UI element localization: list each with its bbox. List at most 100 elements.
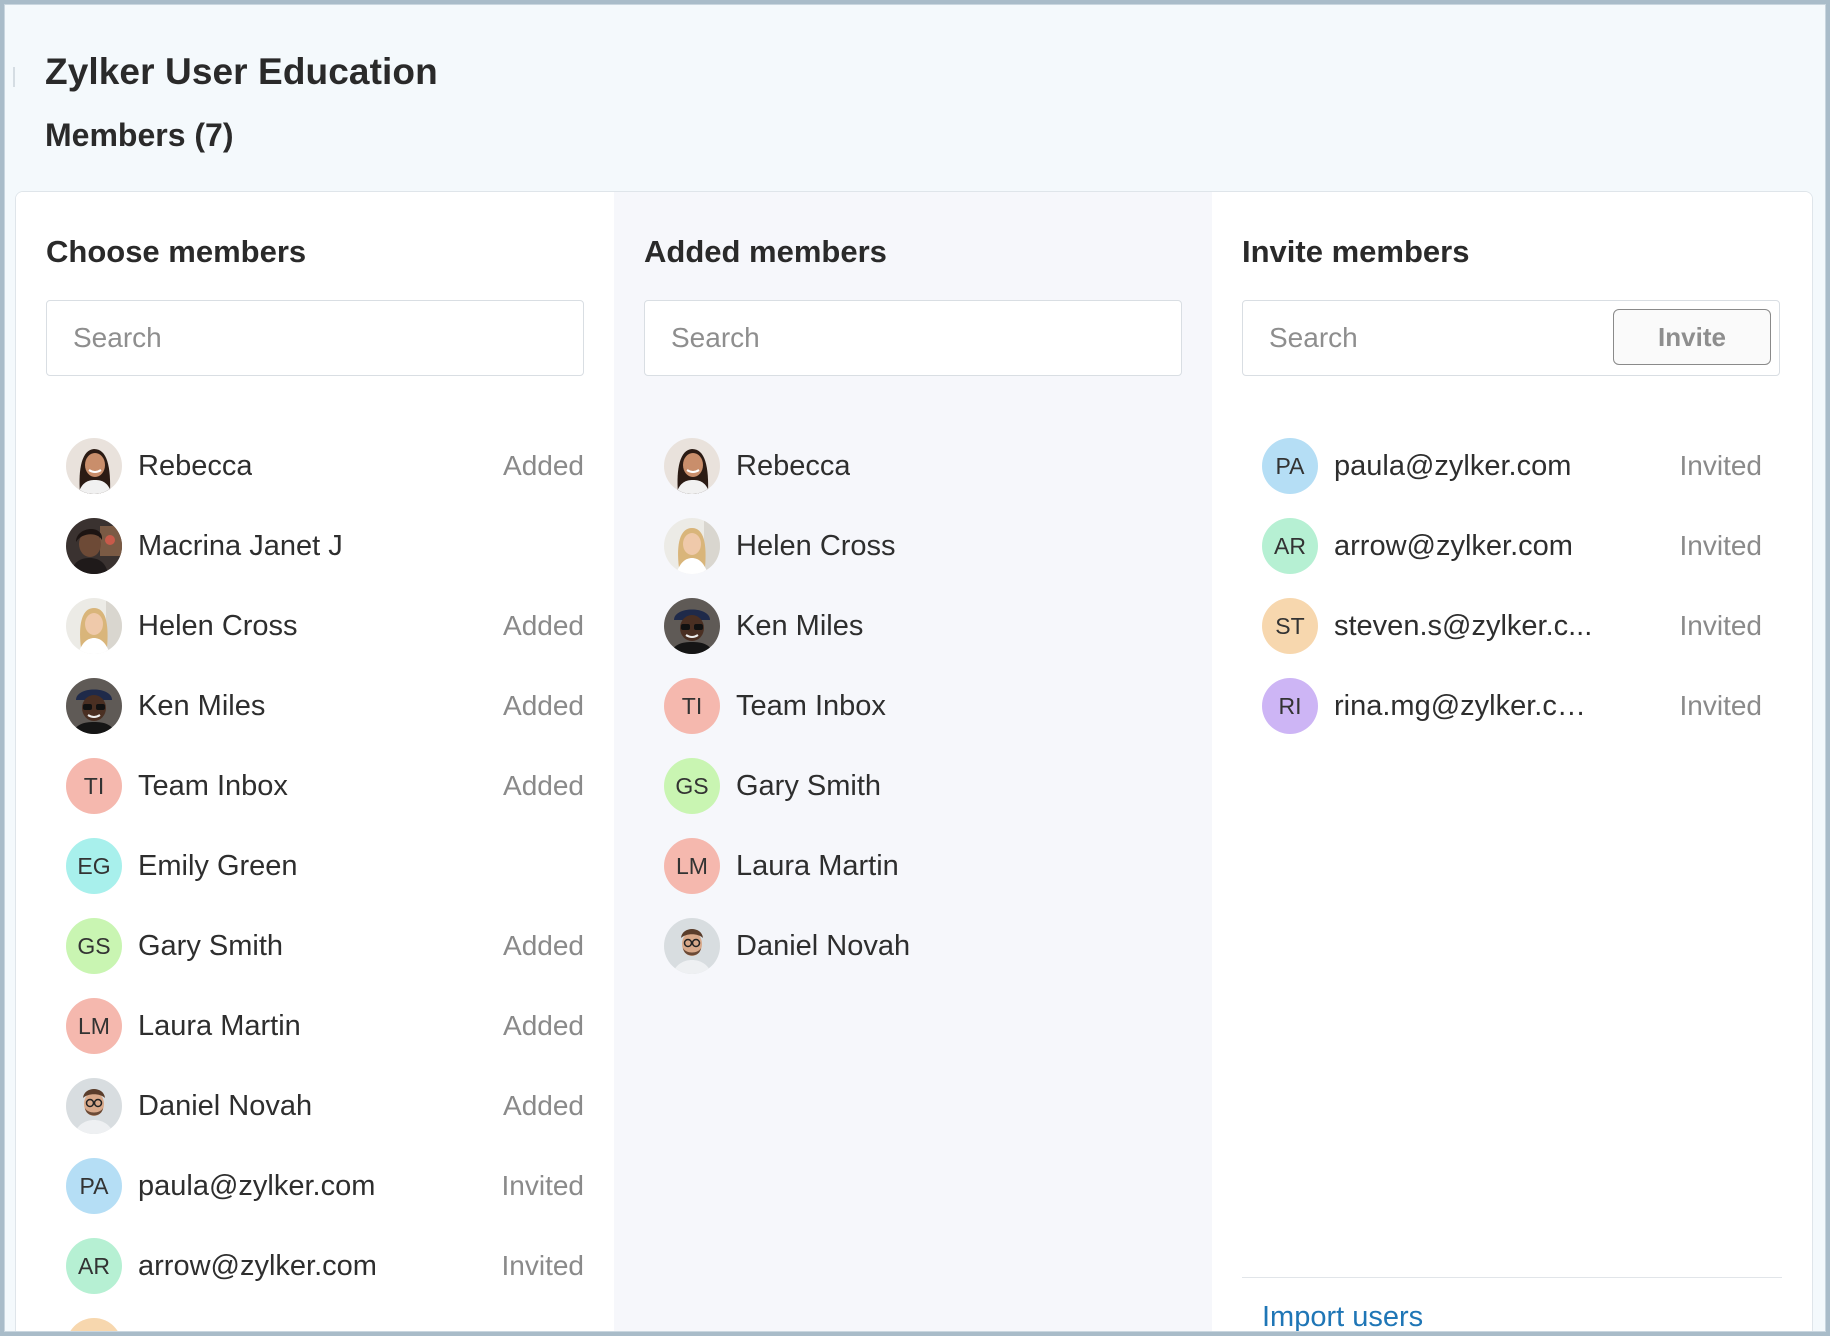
avatar: LM [664,838,720,894]
avatar: ST [66,1318,122,1331]
member-name: paula@zylker.com [138,1169,376,1202]
avatar: PA [1262,438,1318,494]
member-status: Invited [501,1250,585,1281]
avatar: ST [1262,598,1318,654]
member-name: Daniel Novah [736,929,911,962]
avatar: PA [66,1158,122,1214]
member-name: Emily Green [138,849,298,882]
member-name: Laura Martin [736,849,899,882]
member-name: Gary Smith [138,929,284,962]
avatar [66,438,122,494]
avatar: GS [664,758,720,814]
avatar: EG [66,838,122,894]
footer-divider [1242,1276,1782,1278]
window-frame: Zylker User Education Members (7) Choose… [4,4,1826,1332]
member-row[interactable]: AR arrow@zylker.com Invited [1262,506,1782,586]
member-row[interactable]: Daniel Novah Added [66,1066,584,1146]
member-name: rina.mg@zylker.com [1334,689,1594,722]
avatar [664,598,720,654]
member-name: Team Inbox [736,689,886,722]
member-row[interactable]: EG Emily Green [66,826,584,906]
member-status: Added [503,450,584,481]
avatar [66,678,122,734]
member-status: Added [503,1090,584,1121]
member-row[interactable]: Ken Miles Added [66,666,584,746]
avatar: LM [66,998,122,1054]
avatar [66,1078,122,1134]
member-status: Invited [501,1170,585,1201]
added-search-input[interactable] [671,322,1181,354]
member-row[interactable]: AR arrow@zylker.com Invited [66,1226,584,1306]
member-name: Daniel Novah [138,1089,313,1122]
member-status: Invited [502,1330,585,1331]
avatar: TI [664,678,720,734]
choose-search-input[interactable] [73,322,583,354]
invite-members-column: Invite members Invite PA paula@zylker.com… [1212,192,1812,1331]
member-row[interactable]: Rebecca [664,426,1182,506]
invite-members-list: PA paula@zylker.com Invited AR arrow@zylker.… [1262,426,1782,746]
member-row[interactable]: RI rina.mg@zylker.com Invited [1262,666,1782,746]
avatar: TI [66,758,122,814]
page-title: Zylker User Education [45,51,438,92]
invite-members-title: Invite members [1242,234,1470,269]
member-row[interactable]: Rebecca Added [66,426,584,506]
choose-members-list: Rebecca Added Macrina Janet J Helen Cross Ad… [66,426,585,1332]
member-name: Rebecca [138,449,253,482]
avatar: AR [66,1238,122,1294]
member-row[interactable]: LM Laura Martin [664,826,1182,906]
invite-button[interactable]: Invite [1613,309,1771,365]
member-row[interactable]: Helen Cross [664,506,1182,586]
members-count-title: Members (7) [45,117,234,153]
member-name: Helen Cross [736,529,896,562]
member-status: Added [503,930,584,961]
member-name: Laura Martin [138,1009,301,1042]
member-status: Added [503,1010,584,1041]
member-name: Team Inbox [138,769,288,802]
member-name: Macrina Janet J [138,529,343,562]
avatar [66,518,122,574]
added-members-title: Added members [644,234,887,269]
member-name: arrow@zylker.com [138,1249,377,1282]
avatar [664,438,720,494]
member-status: Invited [1679,610,1763,641]
member-status: Invited [1679,690,1763,721]
member-status: Added [503,690,584,721]
member-row[interactable]: Daniel Novah [664,906,1182,986]
member-name: paula@zylker.com [1334,449,1572,482]
member-row[interactable]: ST steven.s@zylker.com Invited [66,1306,585,1332]
member-name: arrow@zylker.com [1334,529,1573,562]
invite-search-box[interactable]: Invite [1242,300,1780,376]
member-row[interactable]: LM Laura Martin Added [66,986,584,1066]
member-status: Invited [1679,530,1763,561]
avatar: RI [1262,678,1318,734]
added-members-list: Rebecca Helen Cross Ken Miles TI Team Inbox G… [664,426,1182,986]
added-search-box[interactable] [644,300,1182,376]
avatar [664,518,720,574]
import-users-link[interactable]: Import users [1262,1301,1423,1331]
member-name: Ken Miles [138,689,266,722]
member-row[interactable]: GS Gary Smith [664,746,1182,826]
avatar: AR [1262,518,1318,574]
member-status: Added [503,770,584,801]
member-row[interactable]: TI Team Inbox Added [66,746,584,826]
edge-tick [13,67,15,87]
avatar [66,598,122,654]
member-row[interactable]: ST steven.s@zylker.c... Invited [1262,586,1782,666]
member-row[interactable]: Ken Miles [664,586,1182,666]
member-row[interactable]: TI Team Inbox [664,666,1182,746]
member-row[interactable]: GS Gary Smith Added [66,906,584,986]
member-row[interactable]: PA paula@zylker.com Invited [1262,426,1782,506]
member-name: steven.s@zylker.c... [1334,609,1593,642]
members-panel: Choose members Rebecca Added Macrina Janet… [15,191,1813,1332]
choose-search-box[interactable] [46,300,584,376]
member-name: Rebecca [736,449,851,482]
choose-members-title: Choose members [46,234,307,269]
member-row[interactable]: Helen Cross Added [66,586,584,666]
member-row[interactable]: PA paula@zylker.com Invited [66,1146,584,1226]
member-name: steven.s@zylker.com [138,1330,412,1332]
member-name: Ken Miles [736,609,864,642]
avatar [664,918,720,974]
member-status: Added [503,610,584,641]
choose-members-column: Choose members Rebecca Added Macrina Janet… [16,192,614,1332]
member-row[interactable]: Macrina Janet J [66,506,584,586]
